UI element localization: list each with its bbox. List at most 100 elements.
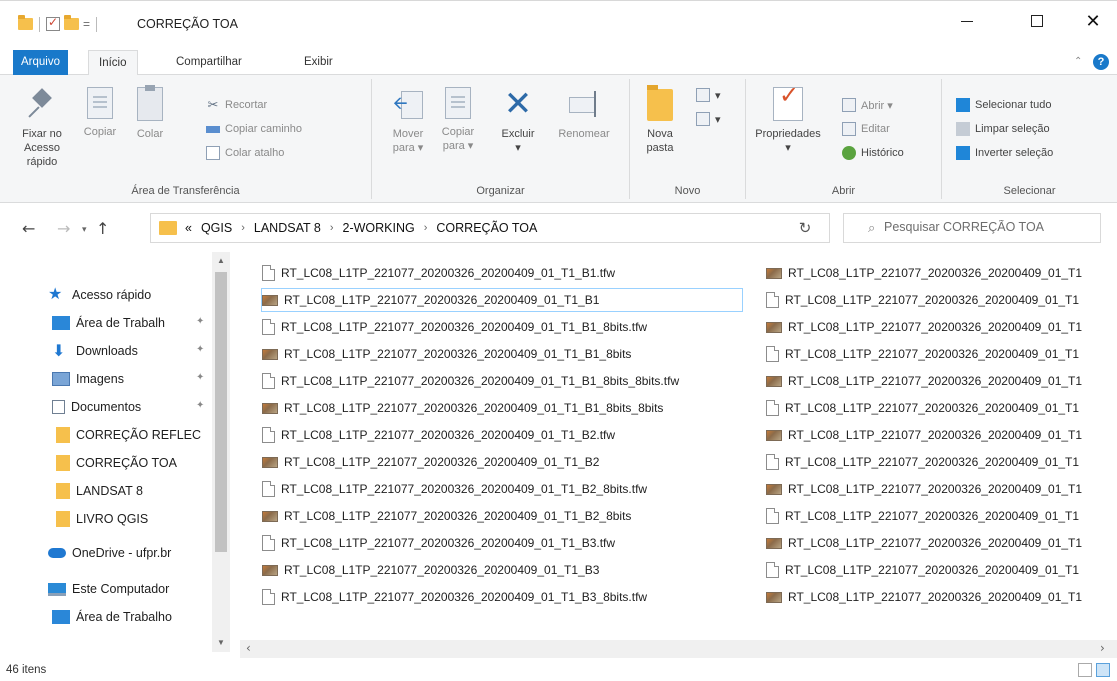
refresh-icon[interactable]: ↻ <box>790 213 820 243</box>
file-item[interactable]: RT_LC08_L1TP_221077_20200326_20200409_01… <box>262 424 742 446</box>
edit-button[interactable]: Editar <box>842 119 890 139</box>
search-box[interactable]: ⌕ <box>843 213 1101 243</box>
scroll-right-icon[interactable]: › <box>1100 641 1105 655</box>
tab-share[interactable]: Compartilhar <box>166 50 252 75</box>
customize-qat-icon[interactable]: = <box>83 17 90 31</box>
breadcrumb-item-landsat8[interactable]: LANDSAT 8 <box>254 221 321 235</box>
scroll-left-icon[interactable]: ‹ <box>246 641 251 655</box>
tab-file[interactable]: Arquivo <box>13 50 68 75</box>
open-button[interactable]: Abrir ▾ <box>842 95 893 115</box>
pin-icon: ✦ <box>196 316 205 327</box>
file-item[interactable]: RT_LC08_L1TP_221077_20200326_20200409_01… <box>262 532 742 554</box>
rename-icon <box>567 87 601 121</box>
delete-button[interactable]: ✕ Excluir ▾ <box>494 87 542 155</box>
history-button[interactable]: Histórico <box>842 143 904 163</box>
breadcrumb-separator-icon[interactable]: › <box>424 222 428 234</box>
select-all-button[interactable]: Selecionar tudo <box>956 95 1051 115</box>
file-item[interactable]: RT_LC08_L1TP_221077_20200326_20200409_01… <box>262 505 742 527</box>
properties-qat-icon[interactable] <box>46 15 60 31</box>
properties-button[interactable]: Propriedades ▾ <box>748 87 828 155</box>
nav-item[interactable]: Documentos <box>52 394 141 420</box>
file-item[interactable]: RT_LC08_L1TP_221077_20200326_20200409_01… <box>261 288 743 312</box>
nav-item[interactable]: CORREÇÃO TOA <box>56 450 177 476</box>
nav-item[interactable]: ★ Acesso rápido <box>48 282 151 308</box>
file-item[interactable]: RT_LC08_L1TP_221077_20200326_20200409_01… <box>766 397 1117 419</box>
file-item[interactable]: RT_LC08_L1TP_221077_20200326_20200409_01… <box>766 424 1117 446</box>
horizontal-scrollbar[interactable]: ‹ › <box>240 640 1117 658</box>
scroll-down-icon[interactable]: ▼ <box>217 638 225 647</box>
minimize-button[interactable] <box>944 1 990 41</box>
file-item[interactable]: RT_LC08_L1TP_221077_20200326_20200409_01… <box>766 586 1117 608</box>
file-item[interactable]: RT_LC08_L1TP_221077_20200326_20200409_01… <box>766 262 1117 284</box>
details-view-icon[interactable] <box>1078 663 1092 677</box>
nav-item[interactable]: CORREÇÃO REFLEC <box>56 422 201 448</box>
invert-selection-button[interactable]: Inverter seleção <box>956 143 1053 163</box>
copy-path-button[interactable]: Copiar caminho <box>206 119 302 139</box>
breadcrumb-separator-icon[interactable]: › <box>330 222 334 234</box>
large-icons-view-icon[interactable] <box>1096 663 1110 677</box>
file-item[interactable]: RT_LC08_L1TP_221077_20200326_20200409_01… <box>766 505 1117 527</box>
maximize-button[interactable] <box>1014 1 1060 41</box>
file-item[interactable]: RT_LC08_L1TP_221077_20200326_20200409_01… <box>766 478 1117 500</box>
new-item-button[interactable]: ▾ <box>696 85 721 105</box>
file-item[interactable]: RT_LC08_L1TP_221077_20200326_20200409_01… <box>262 559 742 581</box>
search-input[interactable] <box>884 220 1094 234</box>
nav-item[interactable]: LANDSAT 8 <box>56 478 143 504</box>
file-item[interactable]: RT_LC08_L1TP_221077_20200326_20200409_01… <box>766 343 1117 365</box>
paste-shortcut-button[interactable]: Colar atalho <box>206 143 284 163</box>
scroll-up-icon[interactable]: ▲ <box>217 256 225 265</box>
pin-quick-access-button[interactable]: Fixar no Acesso rápido <box>14 87 70 169</box>
rename-button[interactable]: Renomear <box>552 87 616 141</box>
move-to-button[interactable]: Mover para ▾ <box>386 87 430 155</box>
nav-item[interactable]: Área de Trabalho <box>52 604 172 630</box>
file-item[interactable]: RT_LC08_L1TP_221077_20200326_20200409_01… <box>262 343 742 365</box>
file-item[interactable]: RT_LC08_L1TP_221077_20200326_20200409_01… <box>262 586 742 608</box>
breadcrumb-item-qgis[interactable]: QGIS <box>201 221 232 235</box>
nav-item[interactable]: Imagens <box>52 366 124 392</box>
file-item[interactable]: RT_LC08_L1TP_221077_20200326_20200409_01… <box>262 262 742 284</box>
file-item[interactable]: RT_LC08_L1TP_221077_20200326_20200409_01… <box>766 559 1117 581</box>
breadcrumb-separator-icon[interactable]: › <box>241 222 245 234</box>
scrollbar-thumb[interactable] <box>215 272 227 552</box>
file-item[interactable]: RT_LC08_L1TP_221077_20200326_20200409_01… <box>262 370 742 392</box>
file-name: RT_LC08_L1TP_221077_20200326_20200409_01… <box>281 266 616 280</box>
nav-item[interactable]: Este Computador <box>48 576 169 602</box>
file-item[interactable]: RT_LC08_L1TP_221077_20200326_20200409_01… <box>262 478 742 500</box>
close-button[interactable]: ✕ <box>1070 1 1116 41</box>
copy-button[interactable]: Copiar <box>78 87 122 139</box>
recent-locations-chevron-icon[interactable]: ▾ <box>82 225 87 235</box>
nav-item[interactable]: ⬇ Downloads <box>52 338 138 364</box>
file-item[interactable]: RT_LC08_L1TP_221077_20200326_20200409_01… <box>766 316 1117 338</box>
cut-button[interactable]: ✂ Recortar <box>206 95 268 115</box>
file-item[interactable]: RT_LC08_L1TP_221077_20200326_20200409_01… <box>262 397 742 419</box>
nav-item[interactable]: Área de Trabalh <box>52 310 165 336</box>
file-item[interactable]: RT_LC08_L1TP_221077_20200326_20200409_01… <box>262 451 742 473</box>
file-item[interactable]: RT_LC08_L1TP_221077_20200326_20200409_01… <box>766 451 1117 473</box>
copy-to-button[interactable]: Copiar para ▾ <box>436 87 480 153</box>
select-none-button[interactable]: Limpar seleção <box>956 119 1050 139</box>
file-item[interactable]: RT_LC08_L1TP_221077_20200326_20200409_01… <box>766 289 1117 311</box>
file-item[interactable]: RT_LC08_L1TP_221077_20200326_20200409_01… <box>766 370 1117 392</box>
paste-button[interactable]: Colar <box>128 85 172 141</box>
file-item[interactable]: RT_LC08_L1TP_221077_20200326_20200409_01… <box>766 532 1117 554</box>
nav-item[interactable]: OneDrive - ufpr.br <box>48 540 171 566</box>
breadcrumb-item-working[interactable]: 2-WORKING <box>343 221 415 235</box>
back-arrow-icon[interactable]: ← <box>22 219 35 238</box>
nav-pane-scrollbar[interactable]: ▲ ▼ <box>212 252 230 652</box>
tab-home[interactable]: Início <box>88 50 138 76</box>
nav-item[interactable]: LIVRO QGIS <box>56 506 148 532</box>
chevron-up-icon[interactable]: ⌃ <box>1074 56 1082 67</box>
nav-item-label: Documentos <box>71 400 142 414</box>
file-item[interactable]: RT_LC08_L1TP_221077_20200326_20200409_01… <box>262 316 742 338</box>
breadcrumb-item-current[interactable]: CORREÇÃO TOA <box>436 221 537 235</box>
up-arrow-icon[interactable]: ↑ <box>96 219 109 238</box>
easy-access-button[interactable]: ▾ <box>696 109 721 129</box>
address-bar[interactable]: « QGIS › LANDSAT 8 › 2-WORKING › CORREÇÃ… <box>150 213 912 243</box>
new-folder-qat-icon[interactable] <box>64 15 79 30</box>
tab-view[interactable]: Exibir <box>294 50 343 75</box>
group-open: Propriedades ▾ Abrir ▾ Editar Histórico … <box>746 79 942 199</box>
help-icon[interactable]: ? <box>1093 54 1109 70</box>
new-folder-button[interactable]: Nova pasta <box>638 85 682 155</box>
breadcrumb-overflow[interactable]: « <box>185 221 192 235</box>
forward-arrow-icon[interactable]: → <box>57 219 70 238</box>
